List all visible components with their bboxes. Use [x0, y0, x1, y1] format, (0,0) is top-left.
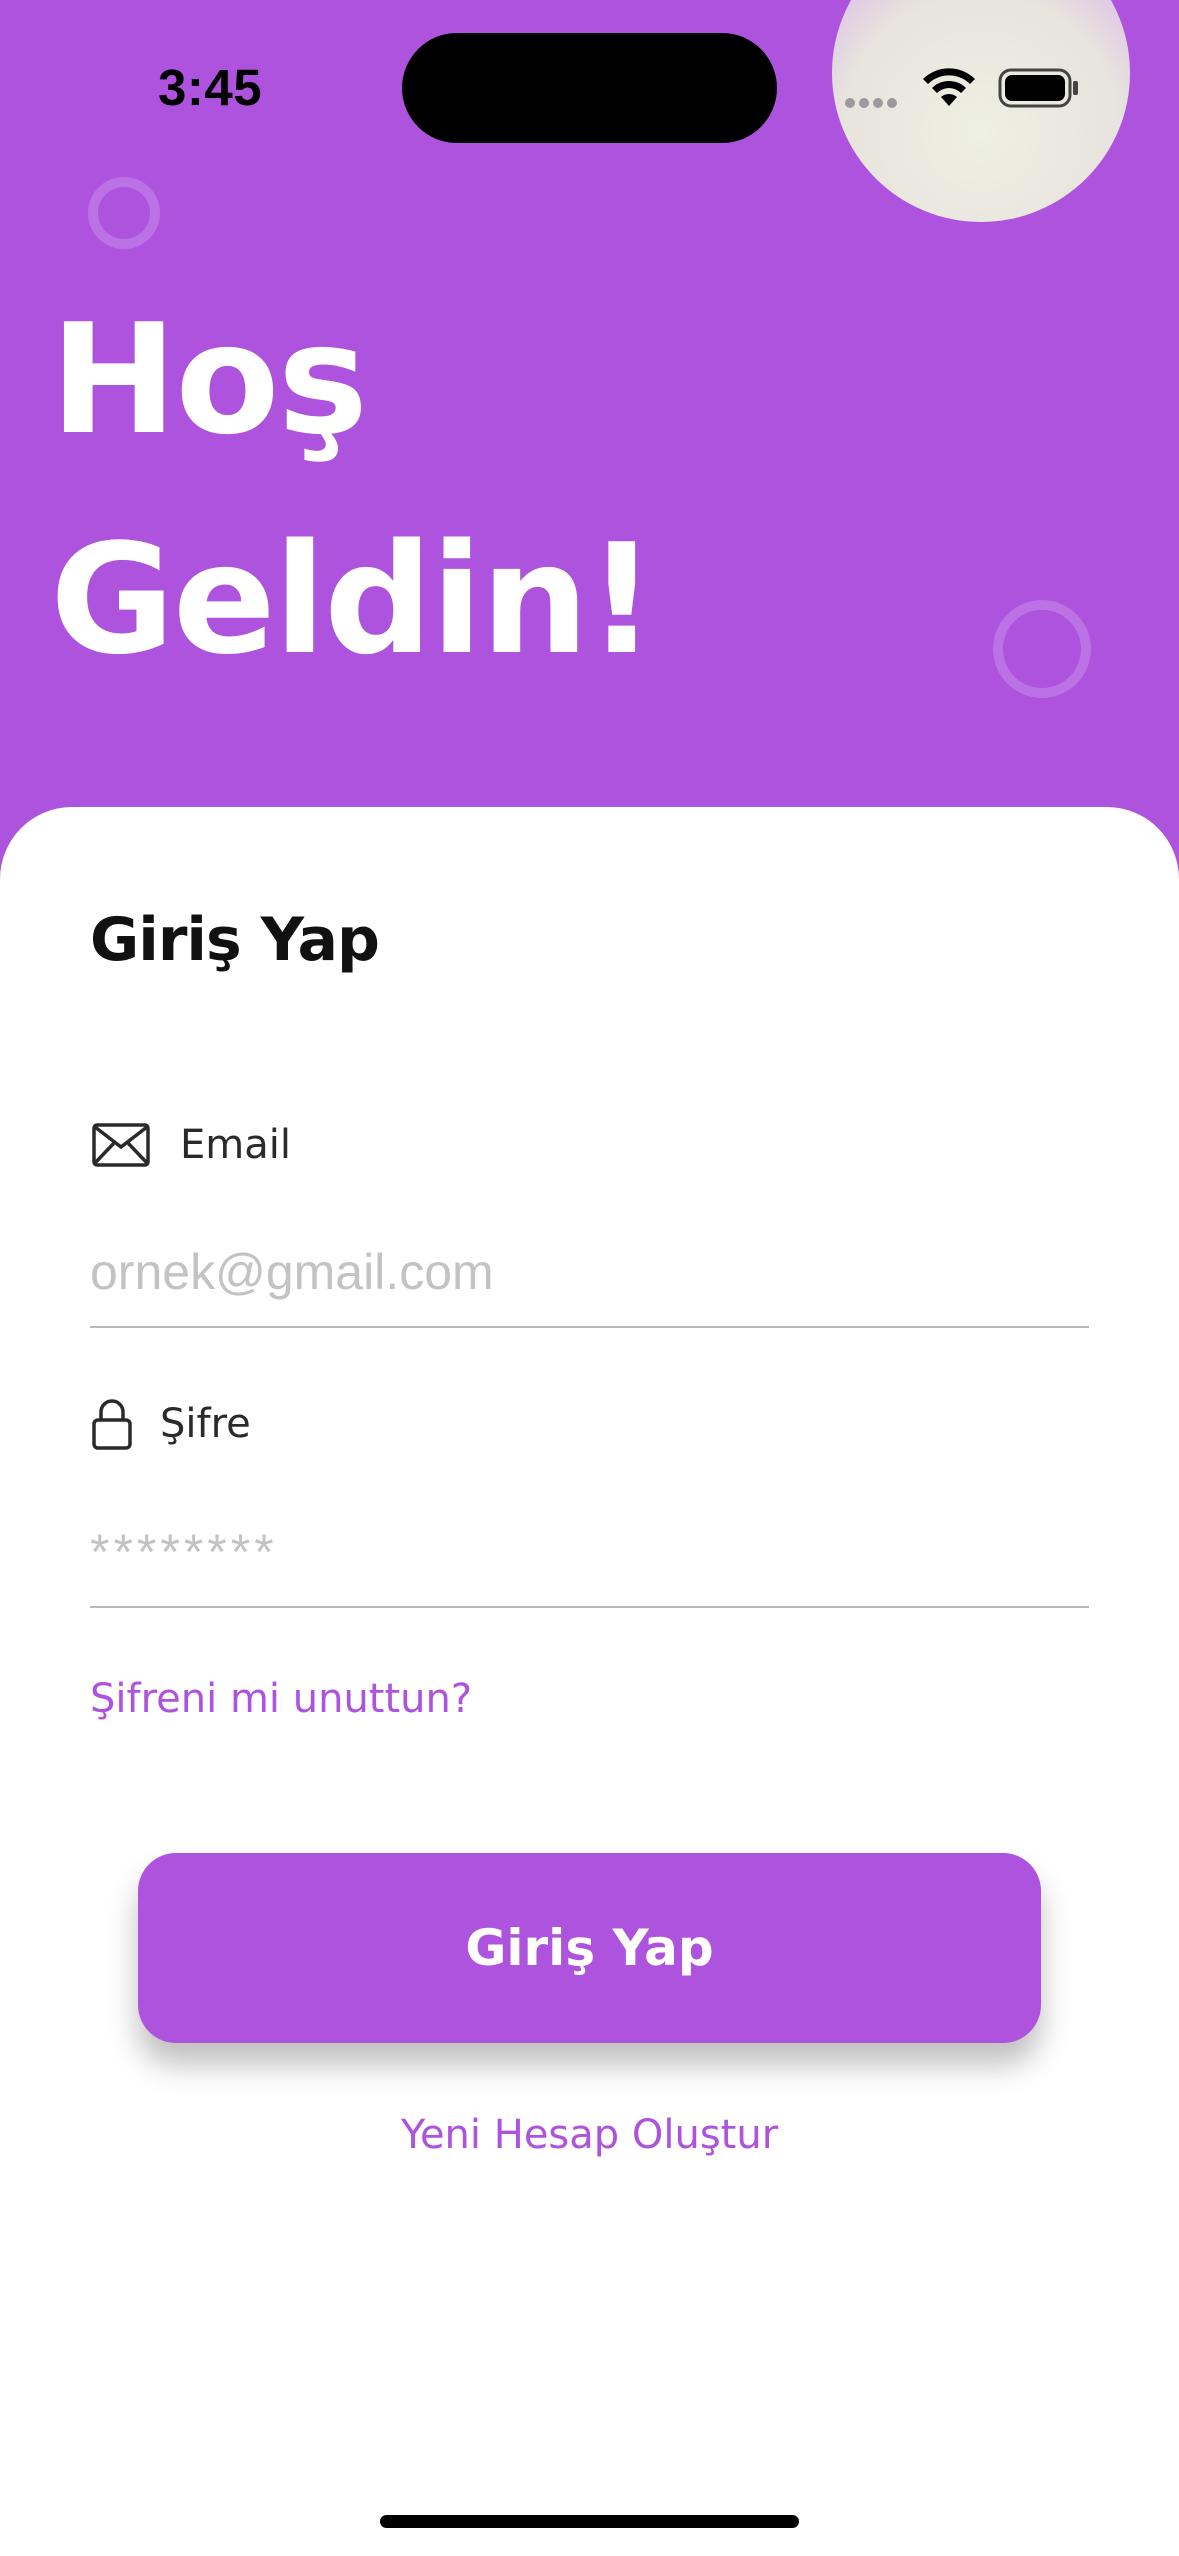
- email-label: Email: [92, 1122, 291, 1168]
- battery-icon: [998, 68, 1078, 108]
- password-label-text: Şifre: [160, 1401, 251, 1447]
- decorative-bubble: [88, 177, 160, 249]
- password-label: Şifre: [92, 1398, 251, 1450]
- forgot-password-link[interactable]: Şifreni mi unuttun?: [90, 1676, 472, 1722]
- password-input[interactable]: [90, 1498, 1089, 1608]
- welcome-title: Hoş Geldin!: [50, 270, 656, 710]
- home-indicator: [380, 2515, 799, 2528]
- login-button[interactable]: Giriş Yap: [138, 1853, 1041, 2043]
- decorative-bubble: [993, 600, 1091, 698]
- welcome-title-line2: Geldin!: [50, 511, 656, 688]
- create-account-link[interactable]: Yeni Hesap Oluştur: [0, 2112, 1179, 2158]
- email-input[interactable]: [90, 1218, 1089, 1328]
- dynamic-island: [402, 33, 777, 143]
- wifi-icon: [923, 68, 975, 106]
- login-title: Giriş Yap: [90, 905, 380, 975]
- lock-icon: [92, 1399, 132, 1450]
- welcome-title-line1: Hoş: [50, 291, 368, 468]
- hero-header: 3:45 Hoş Geldin!: [0, 0, 1179, 880]
- email-label-text: Email: [180, 1122, 291, 1168]
- cellular-signal-icon: [845, 93, 901, 112]
- envelope-icon: [92, 1123, 150, 1167]
- status-time: 3:45: [158, 59, 263, 116]
